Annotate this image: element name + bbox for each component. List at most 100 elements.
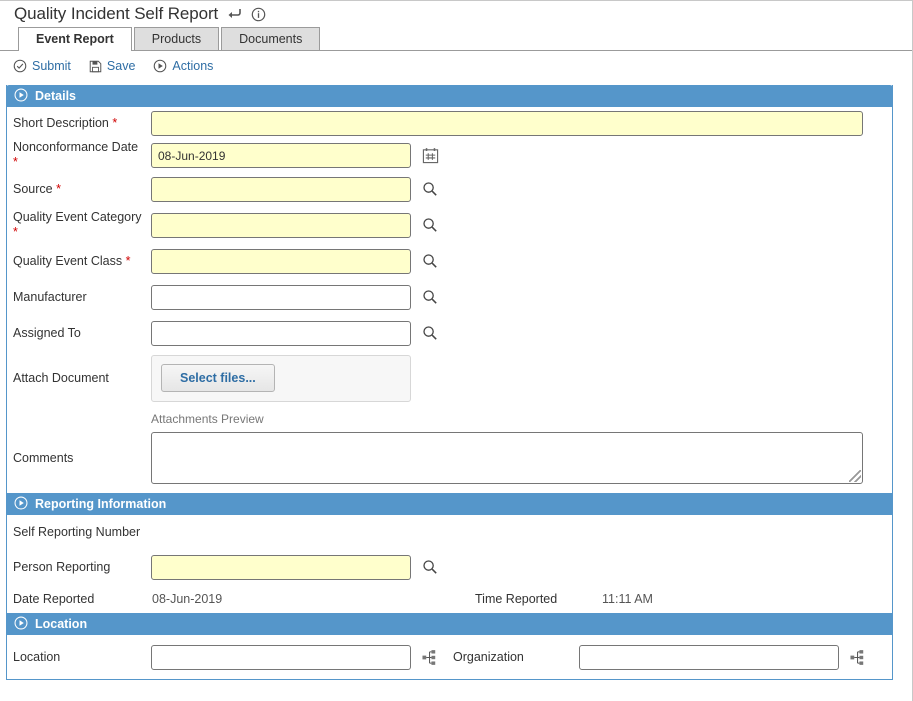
- label-date-reported: Date Reported: [13, 591, 95, 606]
- section-header-details[interactable]: Details: [6, 85, 893, 107]
- calendar-icon[interactable]: [419, 144, 441, 166]
- save-label: Save: [106, 59, 136, 73]
- label-comments: Comments: [13, 450, 74, 465]
- field-row-date-time-reported: Date Reported 08-Jun-2019 Time Reported …: [7, 585, 892, 613]
- field-row-source: Source *: [7, 171, 892, 207]
- section-header-location[interactable]: Location: [6, 613, 893, 635]
- quality-event-class-input[interactable]: [151, 248, 411, 274]
- search-icon[interactable]: [419, 286, 441, 308]
- expand-collapse-icon: [14, 496, 28, 513]
- action-toolbar: Submit Save Actions: [0, 53, 912, 79]
- label-nonconformance-date: Nonconformance Date *: [13, 140, 139, 169]
- field-row-quality-event-category: Quality Event Category *: [7, 207, 892, 243]
- floppy-disk-icon: [89, 60, 102, 73]
- label-manufacturer: Manufacturer: [13, 289, 87, 304]
- section-body-details: Short Description * Nonconformance Date *…: [7, 107, 892, 493]
- label-quality-event-category: Quality Event Category *: [13, 210, 142, 239]
- save-button[interactable]: Save: [89, 59, 136, 73]
- field-row-nonconformance-date: Nonconformance Date * 08-Jun-2019: [7, 139, 892, 171]
- required-asterisk: *: [112, 115, 118, 130]
- label-person-reporting: Person Reporting: [13, 559, 111, 574]
- tree-picker-icon[interactable]: [847, 646, 869, 668]
- search-icon[interactable]: [419, 250, 441, 272]
- date-reported-value: 08-Jun-2019: [152, 592, 223, 606]
- label-location: Location: [13, 649, 61, 664]
- section-body-location: Location Organization: [7, 635, 892, 679]
- organization-value: [580, 646, 838, 651]
- tab-documents[interactable]: Documents: [221, 27, 321, 50]
- required-asterisk: *: [56, 181, 61, 196]
- expand-collapse-icon: [14, 616, 28, 633]
- required-asterisk: *: [125, 253, 131, 268]
- required-asterisk: *: [13, 225, 18, 239]
- required-asterisk: *: [13, 155, 18, 169]
- nonconformance-date-input[interactable]: 08-Jun-2019: [151, 142, 411, 168]
- tab-event-report[interactable]: Event Report: [18, 27, 132, 51]
- application-page: Quality Incident Self Report Event Repor…: [0, 0, 913, 701]
- manufacturer-value: [152, 286, 410, 291]
- select-files-button[interactable]: Select files...: [161, 364, 275, 392]
- section-header-reporting-information[interactable]: Reporting Information: [6, 493, 893, 515]
- label-short-description: Short Description *: [13, 115, 118, 130]
- section-title-details: Details: [35, 89, 76, 103]
- location-input[interactable]: [151, 644, 411, 670]
- field-row-short-description: Short Description *: [7, 107, 892, 139]
- field-row-location-organization: Location Organization: [7, 635, 892, 679]
- person-reporting-input[interactable]: [151, 554, 411, 580]
- field-row-attach-document: Attach Document Select files...: [7, 351, 892, 405]
- info-icon[interactable]: [250, 6, 266, 22]
- page-title: Quality Incident Self Report: [14, 4, 219, 23]
- organization-input[interactable]: [579, 644, 839, 670]
- location-value: [152, 646, 410, 651]
- label-organization: Organization: [453, 650, 524, 664]
- search-icon[interactable]: [419, 322, 441, 344]
- quality-event-category-value: [152, 214, 410, 219]
- label-time-reported: Time Reported: [475, 592, 558, 606]
- section-title-reporting-information: Reporting Information: [35, 497, 167, 511]
- field-row-self-reporting-number: Self Reporting Number: [7, 515, 892, 549]
- search-icon[interactable]: [419, 556, 441, 578]
- field-row-manufacturer: Manufacturer: [7, 279, 892, 315]
- search-icon[interactable]: [419, 214, 441, 236]
- label-quality-event-class: Quality Event Class *: [13, 253, 131, 268]
- tree-picker-icon[interactable]: [419, 646, 441, 668]
- assigned-to-value: [152, 322, 410, 327]
- label-source: Source *: [13, 181, 61, 196]
- resize-grip-icon[interactable]: [849, 470, 861, 482]
- manufacturer-input[interactable]: [151, 284, 411, 310]
- field-row-comments: Comments: [7, 431, 892, 493]
- quality-event-category-input[interactable]: [151, 212, 411, 238]
- expand-collapse-icon: [14, 88, 28, 105]
- label-self-reporting-number: Self Reporting Number: [13, 524, 141, 539]
- source-input[interactable]: [151, 176, 411, 202]
- actions-button[interactable]: Actions: [153, 59, 213, 73]
- attachments-preview-label: Attachments Preview: [151, 411, 264, 426]
- tab-bar: Event Report Products Documents: [0, 27, 912, 51]
- field-row-assigned-to: Assigned To: [7, 315, 892, 351]
- person-reporting-value: [152, 556, 410, 561]
- search-icon[interactable]: [419, 178, 441, 200]
- page-header: Quality Incident Self Report: [0, 1, 912, 27]
- source-value: [152, 178, 410, 183]
- label-attach-document: Attach Document: [13, 370, 109, 385]
- form-panel: Details Short Description * Nonconforman…: [6, 85, 893, 680]
- attach-document-dropzone[interactable]: Select files...: [151, 354, 411, 402]
- tab-products[interactable]: Products: [133, 27, 220, 50]
- field-row-person-reporting: Person Reporting: [7, 549, 892, 585]
- submit-label: Submit: [32, 59, 71, 73]
- field-row-quality-event-class: Quality Event Class *: [7, 243, 892, 279]
- time-reported-value: 11:11 AM: [602, 592, 653, 606]
- short-description-value: [152, 112, 862, 117]
- return-icon[interactable]: [226, 6, 242, 22]
- label-assigned-to: Assigned To: [13, 325, 81, 340]
- comments-textarea[interactable]: [151, 432, 863, 484]
- nonconformance-date-value: 08-Jun-2019: [158, 148, 226, 163]
- section-body-reporting-information: Self Reporting Number Person Reporting D…: [7, 515, 892, 613]
- section-title-location: Location: [35, 617, 88, 631]
- check-circle-icon: [13, 59, 27, 73]
- short-description-input[interactable]: [151, 110, 863, 136]
- submit-button[interactable]: Submit: [13, 59, 71, 73]
- attachments-preview-row: Attachments Preview: [7, 405, 892, 431]
- play-circle-icon: [153, 59, 167, 73]
- assigned-to-input[interactable]: [151, 320, 411, 346]
